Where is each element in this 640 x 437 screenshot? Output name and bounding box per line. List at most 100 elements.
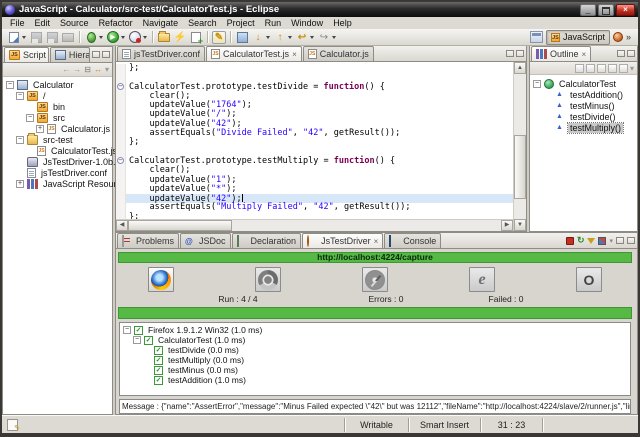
tree-item[interactable]: −CalculatorTest	[530, 78, 637, 89]
vertical-scrollbar[interactable]: ▲ ▼	[513, 62, 526, 231]
debug-icon[interactable]	[84, 31, 98, 44]
save-all-icon[interactable]	[45, 31, 59, 44]
print-icon[interactable]	[61, 31, 75, 44]
new-task-icon[interactable]	[235, 31, 249, 44]
new-dropdown-icon[interactable]	[22, 36, 26, 39]
horizontal-scroll-thumb[interactable]	[128, 220, 232, 231]
tree-item[interactable]: −Firefox 1.9.1.2 Win32 (1.0 ms)	[120, 325, 630, 335]
scroll-down-icon[interactable]: ▼	[514, 219, 526, 231]
vertical-scroll-thumb[interactable]	[514, 135, 526, 199]
tree-item[interactable]: JsTestDriver-1.0b.jar	[3, 156, 112, 167]
tree-item[interactable]: testDivide (0.0 ms)	[120, 345, 630, 355]
message-line[interactable]: Message : {"name":"AssertError","message…	[119, 399, 631, 414]
hide-variables-icon[interactable]	[597, 64, 606, 73]
tree-item[interactable]: −src	[3, 112, 112, 123]
menu-window[interactable]: Window	[286, 17, 328, 29]
perspective-javascript-button[interactable]: JS JavaScript	[546, 30, 610, 45]
view-menu-icon[interactable]: ▾	[630, 64, 634, 73]
collapse-expander-icon[interactable]: −	[16, 92, 24, 100]
close-button[interactable]: ×	[616, 4, 635, 16]
run-icon[interactable]: ▶	[106, 31, 120, 44]
horizontal-scrollbar[interactable]: ◀ ▶	[116, 219, 513, 231]
maximize-button[interactable]	[598, 4, 614, 16]
tree-item[interactable]: testMinus()	[530, 100, 637, 111]
open-folder-icon[interactable]	[157, 31, 171, 44]
collapse-fold-icon[interactable]: −	[117, 83, 124, 90]
chrome-browser-button[interactable]	[255, 267, 281, 292]
code-line[interactable]: assertEquals("Multiply Failed", "42", ge…	[116, 203, 513, 212]
tab-problems[interactable]: Problems	[117, 233, 179, 248]
collapse-expander-icon[interactable]: −	[26, 114, 34, 122]
hide-functions-icon[interactable]	[586, 64, 595, 73]
run-dropdown-icon[interactable]	[121, 36, 125, 39]
prev-annotation-icon[interactable]: ↑	[273, 31, 287, 44]
refresh-icon[interactable]: ↻	[577, 236, 585, 245]
menu-help[interactable]: Help	[328, 17, 357, 29]
stop-icon[interactable]	[566, 237, 574, 245]
code-lines[interactable]: };−CalculatorTest.prototype.testDivide =…	[116, 62, 513, 219]
back-dropdown-icon[interactable]	[310, 36, 314, 39]
code-line[interactable]: updateValue("*");	[116, 185, 513, 194]
tree-item[interactable]: testAddition()	[530, 89, 637, 100]
opera-browser-button[interactable]: O	[576, 267, 602, 292]
next-annotation-dropdown-icon[interactable]	[266, 36, 270, 39]
new-snippet-icon[interactable]	[189, 31, 203, 44]
view-menu-icon[interactable]: ▾	[105, 65, 109, 74]
sort-icon[interactable]	[575, 64, 584, 73]
scroll-up-icon[interactable]: ▲	[514, 62, 526, 74]
menu-project[interactable]: Project	[222, 17, 260, 29]
tab-outline[interactable]: Outline ×	[531, 46, 591, 61]
collapse-fold-icon[interactable]: −	[117, 157, 124, 164]
expand-expander-icon[interactable]: +	[36, 125, 44, 133]
tab-declaration[interactable]: Declaration	[232, 233, 302, 248]
ie-browser-button[interactable]: e	[469, 267, 495, 292]
tab-hierarchy[interactable]: Hierar	[50, 47, 90, 62]
tab-script-explorer[interactable]: Script ×	[4, 47, 49, 62]
tree-item[interactable]: testMinus (0.0 ms)	[120, 365, 630, 375]
back-icon[interactable]: ←	[62, 65, 70, 74]
scroll-left-icon[interactable]: ◀	[116, 220, 128, 231]
menu-file[interactable]: File	[5, 17, 30, 29]
close-tab-icon[interactable]: ×	[292, 50, 297, 59]
collapse-all-icon[interactable]: ⊟	[84, 65, 91, 74]
run-history-dropdown-icon[interactable]	[143, 36, 147, 39]
minimize-view-icon[interactable]	[617, 50, 625, 57]
fold-marker-icon[interactable]: −	[116, 83, 126, 92]
tree-item[interactable]: testDivide()	[530, 111, 637, 122]
run-history-icon[interactable]	[128, 31, 142, 44]
mark-occurrences-icon[interactable]: ✎	[212, 31, 226, 44]
close-tab-icon[interactable]: ×	[582, 50, 587, 59]
safari-browser-button[interactable]	[362, 267, 388, 292]
editor-tab-Calculator.js[interactable]: Calculator.js	[303, 46, 374, 61]
minimize-view-icon[interactable]	[616, 237, 624, 244]
tree-item[interactable]: testMultiply()	[530, 122, 637, 133]
editor-tab-jsTestDriver.conf[interactable]: jsTestDriver.conf	[117, 46, 205, 61]
code-line[interactable]: };	[116, 138, 513, 147]
tree-item[interactable]: jsTestDriver.conf	[3, 167, 112, 178]
java-perspective-icon[interactable]	[613, 32, 623, 42]
toolbar-overflow-chevron[interactable]: »	[626, 32, 631, 42]
collapse-expander-icon[interactable]: −	[16, 136, 24, 144]
capture-url-bar[interactable]: http://localhost:4224/capture	[118, 252, 632, 263]
maximize-view-icon[interactable]	[627, 50, 635, 57]
filter-icon[interactable]	[587, 238, 595, 244]
collapse-all-icon[interactable]	[619, 64, 628, 73]
tree-item[interactable]: +JavaScript Resources	[3, 178, 112, 189]
tree-item[interactable]: −CalculatorTest (1.0 ms)	[120, 335, 630, 345]
back-icon[interactable]: ↩	[295, 31, 309, 44]
menu-source[interactable]: Source	[55, 17, 94, 29]
scroll-right-icon[interactable]: ▶	[501, 220, 513, 231]
minimize-view-icon[interactable]	[92, 51, 100, 58]
hide-non-public-icon[interactable]	[608, 64, 617, 73]
run-configuration-icon[interactable]	[598, 237, 606, 245]
tree-item[interactable]: −src-test	[3, 134, 112, 145]
forward-icon[interactable]: →	[73, 65, 81, 74]
collapse-expander-icon[interactable]: −	[133, 336, 141, 344]
tree-item[interactable]: CalculatorTest.js	[3, 145, 112, 156]
view-menu-icon[interactable]: ▾	[609, 237, 613, 245]
lightning-icon[interactable]: ⚡	[173, 31, 187, 44]
tab-jstestdriver[interactable]: JsTestDriver×	[302, 233, 383, 248]
code-line[interactable]: };	[116, 64, 513, 73]
tree-item[interactable]: −/	[3, 90, 112, 101]
fold-marker-icon[interactable]: −	[116, 157, 126, 166]
